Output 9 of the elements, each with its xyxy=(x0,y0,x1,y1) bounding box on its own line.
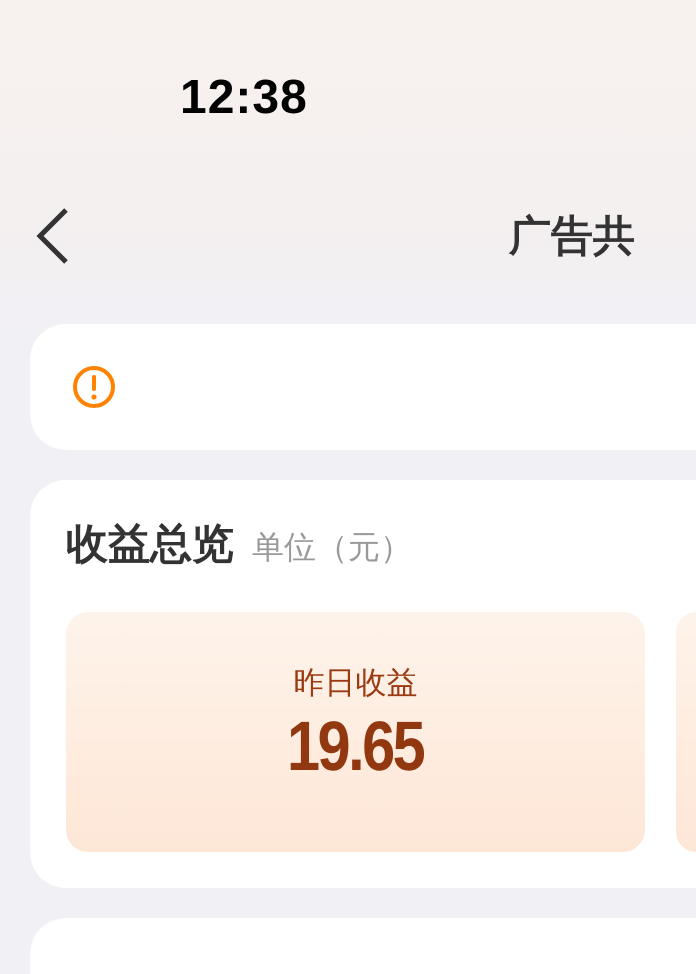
unit-label: 单位（元） xyxy=(252,527,412,568)
section-title: 收益总览 xyxy=(66,518,234,570)
warning-icon xyxy=(72,365,116,409)
earnings-tile[interactable] xyxy=(676,612,696,852)
earnings-tile[interactable]: 昨日收益 19.65 xyxy=(66,612,645,852)
earnings-value: 19.65 xyxy=(287,706,424,786)
tile-label: 昨日收益 xyxy=(294,664,418,703)
page-title: 广告共 xyxy=(509,210,635,262)
status-time: 12:38 xyxy=(180,71,308,124)
